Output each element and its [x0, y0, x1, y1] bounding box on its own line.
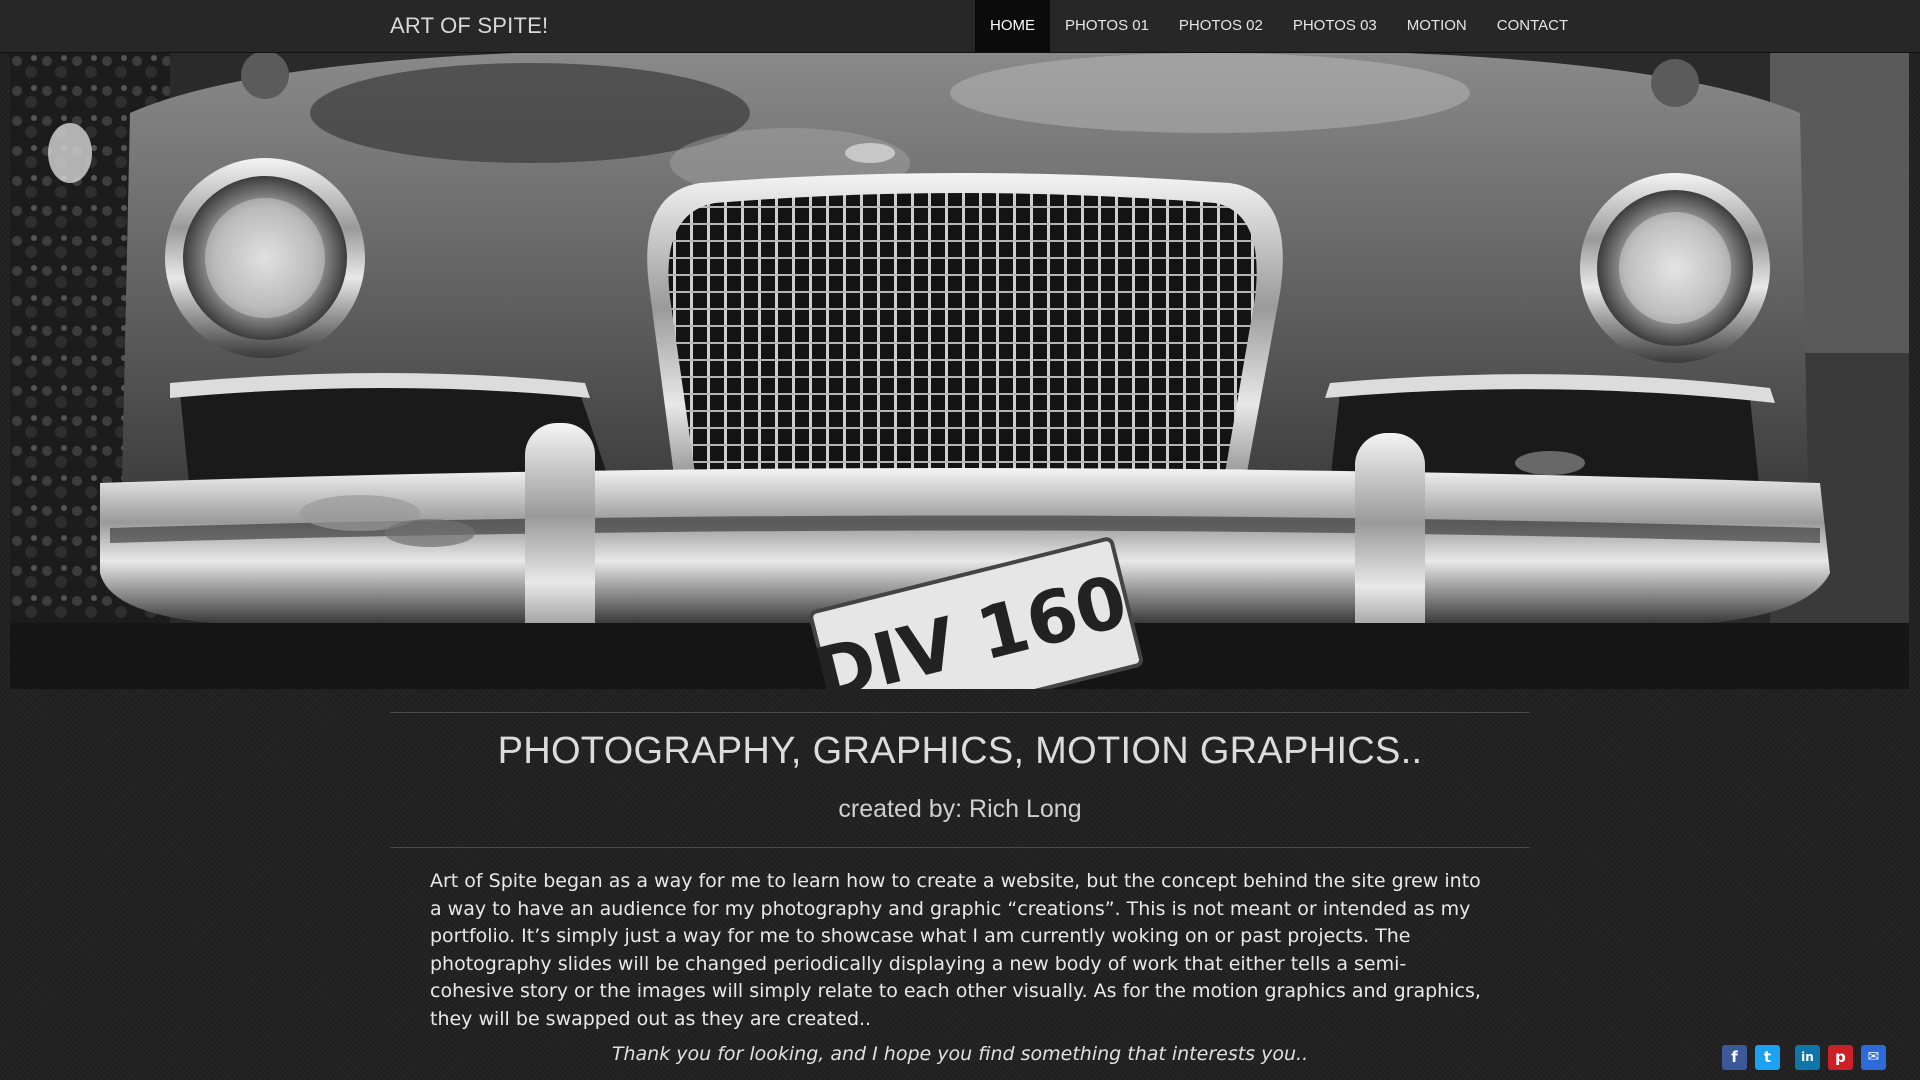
- thank-you-note: Thank you for looking, and I hope you fi…: [611, 1043, 1309, 1065]
- site-brand-link[interactable]: ART OF SPITE!: [390, 0, 548, 52]
- nav-item-photos-03[interactable]: PHOTOS 03: [1278, 0, 1392, 52]
- page-headline: PHOTOGRAPHY, GRAPHICS, MOTION GRAPHICS..: [497, 730, 1423, 772]
- bottom-divider: [390, 847, 1530, 848]
- nav-item-home[interactable]: HOME: [975, 0, 1050, 52]
- share-bar: f t in p ✉: [1722, 1045, 1894, 1070]
- linkedin-icon[interactable]: in: [1795, 1045, 1820, 1070]
- nav-item-contact[interactable]: CONTACT: [1482, 0, 1583, 52]
- email-icon[interactable]: ✉: [1861, 1045, 1886, 1070]
- main-nav: HOME PHOTOS 01 PHOTOS 02 PHOTOS 03 MOTIO…: [975, 0, 1583, 52]
- nav-item-photos-01[interactable]: PHOTOS 01: [1050, 0, 1164, 52]
- nav-item-motion[interactable]: MOTION: [1392, 0, 1482, 52]
- top-divider: [390, 712, 1530, 713]
- twitter-icon[interactable]: t: [1755, 1045, 1780, 1070]
- hero-photo: DIV 160: [10, 53, 1909, 689]
- nav-item-photos-02[interactable]: PHOTOS 02: [1164, 0, 1278, 52]
- top-navbar: ART OF SPITE! HOME PHOTOS 01 PHOTOS 02 P…: [0, 0, 1920, 53]
- pinterest-icon[interactable]: p: [1828, 1045, 1853, 1070]
- facebook-icon[interactable]: f: [1722, 1045, 1747, 1070]
- intro-paragraph: Art of Spite began as a way for me to le…: [430, 870, 1481, 1030]
- author-subtitle: created by: Rich Long: [838, 795, 1082, 823]
- car-front-illustration: DIV 160: [10, 53, 1909, 689]
